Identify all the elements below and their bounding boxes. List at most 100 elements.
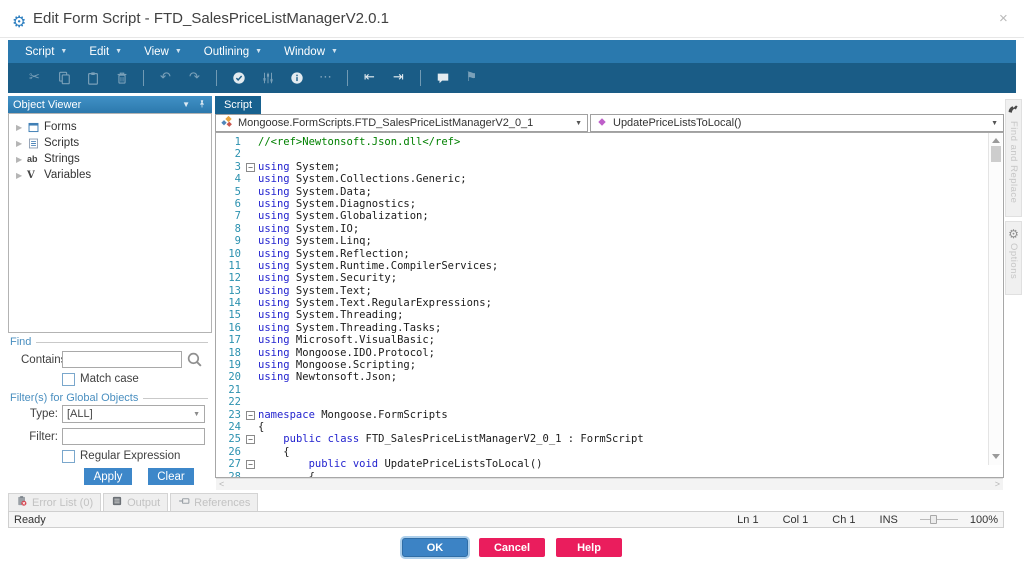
- fold-marker[interactable]: −: [246, 409, 258, 421]
- regular-expression-checkbox[interactable]: [62, 450, 75, 463]
- line-number: 7: [216, 210, 246, 222]
- panel-dropdown-icon[interactable]: ▼: [182, 100, 190, 109]
- tree-item-label: Forms: [44, 121, 77, 133]
- match-case-checkbox[interactable]: [62, 373, 75, 386]
- line-number: 20: [216, 371, 246, 383]
- type-dropdown-value: [ALL]: [67, 408, 93, 420]
- expand-arrow-icon[interactable]: ▶: [16, 171, 27, 180]
- status-ready: Ready: [14, 514, 46, 526]
- tree-item-variables[interactable]: ▶VVariables: [9, 167, 211, 183]
- redo-icon[interactable]: ↷: [180, 71, 209, 85]
- apply-button[interactable]: Apply: [84, 468, 132, 485]
- code-text: using Mongoose.Scripting;: [258, 359, 416, 371]
- scroll-down-icon[interactable]: [992, 454, 1000, 459]
- line-number: 28: [216, 471, 246, 478]
- fold-marker[interactable]: −: [246, 161, 258, 173]
- tree-item-forms[interactable]: ▶ Forms: [9, 119, 211, 135]
- bottom-tab-label: Error List (0): [32, 497, 93, 509]
- tree-item-label: Variables: [44, 169, 91, 181]
- search-icon[interactable]: [186, 351, 203, 373]
- fold-marker[interactable]: −: [246, 458, 258, 470]
- comment-icon[interactable]: [428, 71, 457, 86]
- menu-view[interactable]: View▼: [135, 40, 195, 63]
- scroll-up-icon[interactable]: [992, 138, 1000, 143]
- tab-error-list-[interactable]: Error List (0): [8, 493, 101, 511]
- object-viewer-header[interactable]: Object Viewer ▼: [8, 96, 212, 113]
- tab-script[interactable]: Script: [215, 96, 261, 114]
- undo-icon[interactable]: ↶: [151, 71, 180, 85]
- code-line: 25− public class FTD_SalesPriceListManag…: [216, 433, 1003, 445]
- ok-button[interactable]: OK: [402, 538, 468, 557]
- code-line: 14using System.Text.RegularExpressions;: [216, 297, 1003, 309]
- expand-arrow-icon[interactable]: ▶: [16, 139, 27, 148]
- zoom-slider[interactable]: [920, 515, 958, 524]
- vertical-scrollbar[interactable]: [988, 133, 1002, 465]
- paste-icon[interactable]: [78, 71, 107, 86]
- regular-expression-label: Regular Expression: [80, 450, 180, 462]
- edit-form-script-dialog: ⚙ Edit Form Script - FTD_SalesPriceListM…: [0, 0, 1024, 570]
- line-number: 13: [216, 285, 246, 297]
- code-text: using System.Runtime.CompilerServices;: [258, 260, 498, 272]
- side-tab-find-and-replace[interactable]: Find and Replace: [1005, 99, 1022, 217]
- fold-gutter: [246, 272, 258, 284]
- close-icon[interactable]: ×: [999, 10, 1008, 27]
- filter-input[interactable]: [62, 428, 205, 445]
- chevron-down-icon: ▼: [991, 120, 998, 127]
- fold-gutter: [246, 136, 258, 148]
- code-line: 12using System.Security;: [216, 272, 1003, 284]
- pin-icon[interactable]: [197, 99, 207, 111]
- bookmark-icon[interactable]: ⚑: [457, 71, 486, 85]
- zoom-slider-thumb[interactable]: [930, 515, 937, 524]
- tab-references[interactable]: References: [170, 493, 258, 511]
- scroll-right-icon[interactable]: >: [995, 479, 1000, 489]
- clear-button[interactable]: Clear: [148, 468, 194, 485]
- line-number: 1: [216, 136, 246, 148]
- menu-window[interactable]: Window▼: [275, 40, 351, 63]
- more-icon[interactable]: ⋯: [311, 71, 340, 85]
- code-line: 28 {: [216, 471, 1003, 478]
- code-text: using System.Threading.Tasks;: [258, 322, 441, 334]
- method-selector-dropdown[interactable]: UpdatePriceListsToLocal() ▼: [590, 114, 1004, 132]
- code-line: 3−using System;: [216, 161, 1003, 173]
- tree-item-scripts[interactable]: ▶Scripts: [9, 135, 211, 151]
- expand-arrow-icon[interactable]: ▶: [16, 123, 27, 132]
- settings-sliders-icon[interactable]: [253, 71, 282, 86]
- copy-icon[interactable]: [49, 71, 78, 86]
- fold-gutter: [246, 198, 258, 210]
- fold-gutter: [246, 347, 258, 359]
- find-section-legend: Find: [10, 336, 208, 348]
- line-number: 8: [216, 223, 246, 235]
- line-number: 19: [216, 359, 246, 371]
- type-dropdown[interactable]: [ALL] ▼: [62, 405, 205, 423]
- side-tab-label: Find and Replace: [1008, 121, 1019, 203]
- fold-gutter: [246, 396, 258, 408]
- code-editor[interactable]: 1//<ref>Newtonsoft.Json.dll</ref>23−usin…: [215, 132, 1004, 478]
- info-icon[interactable]: [282, 71, 311, 86]
- strings-icon: ab: [27, 154, 44, 164]
- class-icon: [221, 116, 233, 131]
- contains-input[interactable]: [62, 351, 182, 368]
- line-number: 4: [216, 173, 246, 185]
- code-line: 17using Microsoft.VisualBasic;: [216, 334, 1003, 346]
- scrollbar-thumb[interactable]: [991, 146, 1001, 162]
- expand-arrow-icon[interactable]: ▶: [16, 155, 27, 164]
- scroll-left-icon[interactable]: <: [219, 479, 224, 489]
- indent-icon[interactable]: ⇥: [384, 71, 413, 85]
- menu-outlining[interactable]: Outlining▼: [195, 40, 275, 63]
- cut-icon[interactable]: ✂: [20, 71, 49, 85]
- help-button[interactable]: Help: [556, 538, 622, 557]
- horizontal-scrollbar[interactable]: < >: [216, 478, 1003, 490]
- outdent-icon[interactable]: ⇤: [355, 71, 384, 85]
- tree-item-strings[interactable]: ▶abStrings: [9, 151, 211, 167]
- code-line: 16using System.Threading.Tasks;: [216, 322, 1003, 334]
- fold-gutter: [246, 421, 258, 433]
- fold-marker[interactable]: −: [246, 433, 258, 445]
- class-selector-dropdown[interactable]: Mongoose.FormScripts.FTD_SalesPriceListM…: [215, 114, 588, 132]
- side-tab-options[interactable]: ⚙Options: [1005, 221, 1022, 295]
- delete-icon[interactable]: [107, 71, 136, 86]
- validate-icon[interactable]: [224, 71, 253, 86]
- menu-script[interactable]: Script▼: [16, 40, 80, 63]
- tab-output[interactable]: Output: [103, 493, 168, 511]
- cancel-button[interactable]: Cancel: [479, 538, 545, 557]
- menu-edit[interactable]: Edit▼: [80, 40, 135, 63]
